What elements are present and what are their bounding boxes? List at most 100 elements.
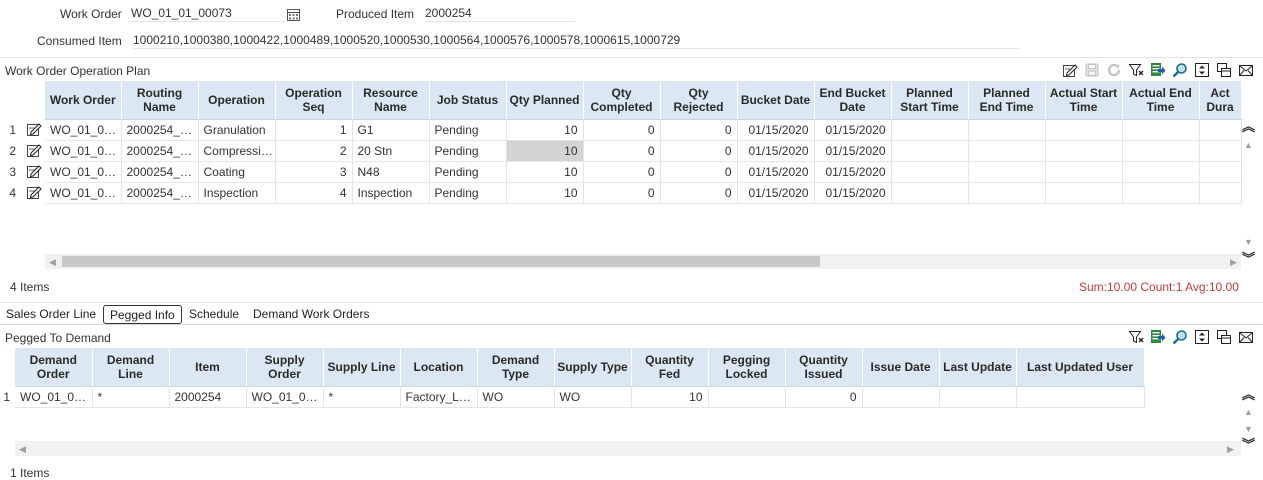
col-quantity-issued[interactable]: Quantity Issued bbox=[785, 348, 863, 387]
cell[interactable]: 2 bbox=[275, 140, 353, 162]
tab-schedule[interactable]: Schedule bbox=[186, 305, 242, 324]
scroll-down-icon[interactable]: ▼ bbox=[1244, 237, 1253, 247]
cell[interactable]: 0 bbox=[583, 161, 661, 183]
cell[interactable]: 1 bbox=[275, 119, 353, 141]
email-icon[interactable] bbox=[1238, 329, 1254, 345]
tab-sales-order-line[interactable]: Sales Order Line bbox=[3, 305, 99, 324]
filter-icon[interactable] bbox=[1128, 329, 1144, 345]
cell[interactable]: 0 bbox=[785, 386, 863, 408]
cell[interactable]: 20 Stn bbox=[352, 140, 430, 162]
cell[interactable] bbox=[1199, 161, 1242, 183]
table-row[interactable]: WO_01_0… 2000254_… Granulation 1 G1 Pend… bbox=[45, 119, 1242, 141]
scroll-down-icon[interactable]: ▼ bbox=[1244, 424, 1253, 434]
col-demand-order[interactable]: Demand Order bbox=[15, 348, 93, 387]
col-location[interactable]: Location bbox=[400, 348, 478, 387]
cell[interactable] bbox=[1199, 140, 1242, 162]
table-row[interactable]: WO_01_0… 2000254_… Compressi… 2 20 Stn P… bbox=[45, 140, 1242, 162]
cell[interactable]: 4 bbox=[275, 182, 353, 204]
cell[interactable]: WO_01_0… bbox=[45, 161, 122, 183]
cell[interactable] bbox=[1122, 140, 1200, 162]
save-icon[interactable] bbox=[1084, 62, 1100, 78]
cell[interactable]: Pending bbox=[429, 161, 507, 183]
cell[interactable] bbox=[968, 161, 1046, 183]
cell[interactable]: 2000254_… bbox=[121, 182, 199, 204]
cell[interactable]: Inspection bbox=[198, 182, 276, 204]
col-planned-start-time[interactable]: Planned Start Time bbox=[891, 81, 969, 120]
export-icon[interactable] bbox=[1150, 329, 1166, 345]
cell[interactable]: 01/15/2020 bbox=[814, 182, 892, 204]
row-edit-icon[interactable] bbox=[26, 142, 42, 158]
cell[interactable]: 0 bbox=[583, 182, 661, 204]
edit-icon[interactable] bbox=[1062, 62, 1078, 78]
cell[interactable]: 01/15/2020 bbox=[737, 140, 815, 162]
col-last-update[interactable]: Last Update bbox=[939, 348, 1017, 387]
cell[interactable]: 01/15/2020 bbox=[814, 140, 892, 162]
col-supply-type[interactable]: Supply Type bbox=[554, 348, 632, 387]
col-operation[interactable]: Operation bbox=[198, 81, 276, 120]
cell[interactable]: Inspection bbox=[352, 182, 430, 204]
cell[interactable]: WO_01_0… bbox=[45, 140, 122, 162]
cell[interactable] bbox=[939, 386, 1017, 408]
col-actual-duration[interactable]: Act Dura bbox=[1199, 81, 1242, 120]
cell[interactable]: WO_01_0… bbox=[45, 182, 122, 204]
col-last-updated-user[interactable]: Last Updated User bbox=[1016, 348, 1145, 387]
cell[interactable]: 3 bbox=[275, 161, 353, 183]
col-pegging-locked[interactable]: Pegging Locked bbox=[708, 348, 786, 387]
col-demand-line[interactable]: Demand Line bbox=[92, 348, 170, 387]
cell[interactable] bbox=[1199, 119, 1242, 141]
scroll-to-bottom-icon[interactable]: ︾ bbox=[1242, 438, 1255, 451]
col-resource-name[interactable]: Resource Name bbox=[352, 81, 430, 120]
table-row[interactable]: WO_01_0… 2000254_… Inspection 4 Inspecti… bbox=[45, 182, 1242, 204]
cell[interactable]: 0 bbox=[660, 161, 738, 183]
col-item[interactable]: Item bbox=[169, 348, 247, 387]
cell[interactable]: 01/15/2020 bbox=[737, 119, 815, 141]
tab-demand-work-orders[interactable]: Demand Work Orders bbox=[250, 305, 372, 324]
cell[interactable]: 01/15/2020 bbox=[814, 119, 892, 141]
cell[interactable] bbox=[1199, 182, 1242, 204]
col-bucket-date[interactable]: Bucket Date bbox=[737, 81, 815, 120]
cell[interactable] bbox=[1045, 119, 1123, 141]
cell[interactable]: 0 bbox=[660, 182, 738, 204]
col-supply-order[interactable]: Supply Order bbox=[246, 348, 324, 387]
row-edit-icon[interactable] bbox=[26, 121, 42, 137]
tab-pegged-info[interactable]: Pegged Info bbox=[103, 305, 182, 324]
scroll-to-bottom-icon[interactable]: ︾ bbox=[1242, 252, 1255, 265]
col-qty-rejected[interactable]: Qty Rejected bbox=[660, 81, 738, 120]
export-icon[interactable] bbox=[1150, 62, 1166, 78]
cell[interactable]: * bbox=[92, 386, 170, 408]
row-edit-icon[interactable] bbox=[26, 184, 42, 200]
cell[interactable] bbox=[891, 119, 969, 141]
cell[interactable] bbox=[1045, 140, 1123, 162]
col-issue-date[interactable]: Issue Date bbox=[862, 348, 940, 387]
cell[interactable]: 01/15/2020 bbox=[814, 161, 892, 183]
row-edit-icon[interactable] bbox=[26, 163, 42, 179]
cell[interactable]: WO_01_0… bbox=[246, 386, 324, 408]
refresh-icon[interactable] bbox=[1106, 62, 1122, 78]
cell[interactable]: 2000254 bbox=[169, 386, 247, 408]
cell[interactable]: 0 bbox=[583, 140, 661, 162]
email-icon[interactable] bbox=[1238, 62, 1254, 78]
cell[interactable]: 10 bbox=[506, 161, 584, 183]
cell[interactable] bbox=[1045, 182, 1123, 204]
cell[interactable] bbox=[1122, 119, 1200, 141]
cell[interactable] bbox=[891, 161, 969, 183]
cell[interactable]: Granulation bbox=[198, 119, 276, 141]
scroll-up-icon[interactable]: ▲ bbox=[1244, 140, 1253, 150]
cell[interactable]: 2000254_… bbox=[121, 161, 199, 183]
cell[interactable]: Coating bbox=[198, 161, 276, 183]
cell[interactable] bbox=[968, 182, 1046, 204]
cell[interactable]: 0 bbox=[583, 119, 661, 141]
columns-icon[interactable] bbox=[1216, 329, 1232, 345]
cell[interactable]: N48 bbox=[352, 161, 430, 183]
col-supply-line[interactable]: Supply Line bbox=[323, 348, 401, 387]
cell[interactable]: 01/15/2020 bbox=[737, 182, 815, 204]
cell[interactable]: 10 bbox=[506, 182, 584, 204]
col-actual-start-time[interactable]: Actual Start Time bbox=[1045, 81, 1123, 120]
cell[interactable]: Factory_L… bbox=[400, 386, 478, 408]
cell[interactable]: * bbox=[323, 386, 401, 408]
scroll-left-icon[interactable]: ◀ bbox=[49, 257, 56, 267]
col-qty-planned[interactable]: Qty Planned bbox=[506, 81, 584, 120]
find-icon[interactable] bbox=[1172, 329, 1188, 345]
col-work-order[interactable]: Work Order bbox=[45, 81, 122, 120]
cell[interactable]: Compressi… bbox=[198, 140, 276, 162]
